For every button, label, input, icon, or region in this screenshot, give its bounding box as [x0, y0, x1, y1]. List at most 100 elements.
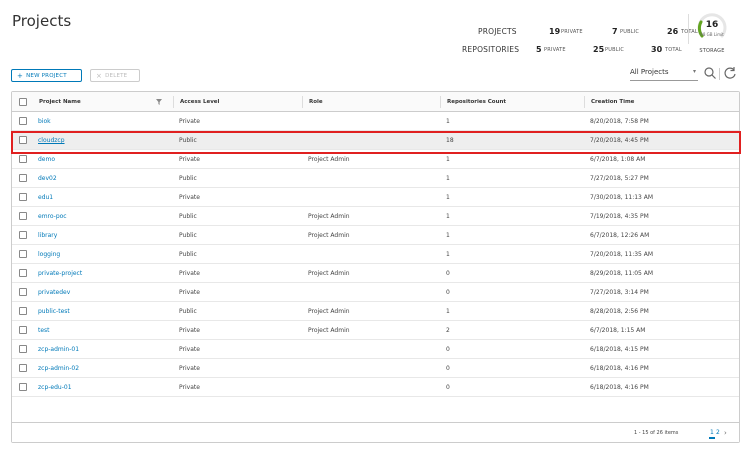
access-level-cell: Private [179, 327, 200, 334]
column-header-project-name[interactable]: Project Name [33, 92, 173, 112]
storage-limit: 98 GB Limit [700, 32, 724, 37]
access-level-cell: Private [179, 289, 200, 296]
project-name-link[interactable]: private-project [38, 264, 82, 283]
row-checkbox[interactable] [19, 288, 27, 296]
new-project-button[interactable]: + NEW PROJECT [11, 69, 82, 82]
table-row[interactable]: private-project Private Project Admin 0 8/29… [12, 264, 739, 283]
table-row[interactable]: zcp-admin-01 Private 0 6/18/2018, 4:15 PM [12, 340, 739, 359]
access-level-cell: Private [179, 270, 200, 277]
row-checkbox[interactable] [19, 345, 27, 353]
row-checkbox[interactable] [19, 326, 27, 334]
filter-icon[interactable] [156, 99, 162, 105]
row-checkbox[interactable] [19, 212, 27, 220]
stats-divider [688, 14, 689, 44]
repositories-count-cell: 0 [446, 384, 450, 391]
project-name-link[interactable]: zcp-admin-01 [38, 340, 79, 359]
creation-time-cell: 6/7/2018, 1:08 AM [590, 156, 646, 163]
table-row[interactable]: logging Public 1 7/20/2018, 11:35 AM [12, 245, 739, 264]
row-checkbox[interactable] [19, 364, 27, 372]
repositories-count-cell: 1 [446, 118, 450, 125]
select-all-checkbox[interactable] [19, 98, 27, 106]
projects-private-label: PRIVATE [561, 29, 583, 35]
column-header-repositories-count[interactable]: Repositories Count [441, 92, 584, 112]
plus-icon: + [17, 71, 24, 80]
table-row[interactable]: library Public Project Admin 1 6/7/2018, 12:… [12, 226, 739, 245]
table-row[interactable]: public-test Public Project Admin 1 8/28/2018… [12, 302, 739, 321]
project-name-link[interactable]: library [38, 226, 57, 245]
toolbar-divider [719, 68, 720, 80]
row-checkbox[interactable] [19, 193, 27, 201]
role-cell: Project Admin [308, 327, 350, 334]
project-name-link[interactable]: public-test [38, 302, 70, 321]
chevron-down-icon: ▾ [692, 68, 696, 75]
project-name-link[interactable]: zcp-admin-02 [38, 359, 79, 378]
row-checkbox[interactable] [19, 269, 27, 277]
row-checkbox[interactable] [19, 174, 27, 182]
row-checkbox[interactable] [19, 136, 27, 144]
repositories-count-cell: 0 [446, 289, 450, 296]
creation-time-cell: 6/7/2018, 1:15 AM [590, 327, 646, 334]
repositories-label: REPOSITORIES [462, 45, 520, 54]
close-icon: × [96, 71, 103, 80]
project-name-link[interactable]: emro-poc [38, 207, 67, 226]
creation-time-cell: 6/18/2018, 4:16 PM [590, 384, 649, 391]
creation-time-cell: 6/7/2018, 12:26 AM [590, 232, 650, 239]
new-project-label: NEW PROJECT [26, 72, 67, 79]
row-checkbox[interactable] [19, 383, 27, 391]
table-row[interactable]: cloudzcp Public 18 7/20/2018, 4:45 PM [12, 131, 739, 150]
row-checkbox[interactable] [19, 307, 27, 315]
refresh-icon[interactable] [723, 66, 737, 80]
projects-public-count: 7 [612, 27, 618, 36]
project-name-link[interactable]: test [38, 321, 50, 340]
creation-time-cell: 6/18/2018, 4:15 PM [590, 346, 649, 353]
repositories-total-count: 30 [651, 45, 663, 54]
project-name-link[interactable]: edu1 [38, 188, 53, 207]
access-level-cell: Public [179, 137, 197, 144]
role-cell: Project Admin [308, 308, 350, 315]
table-row[interactable]: zcp-edu-01 Private 0 6/18/2018, 4:16 PM [12, 378, 739, 397]
projects-table: Project Name Access Level Role Repositor… [11, 91, 740, 443]
repositories-count-cell: 1 [446, 232, 450, 239]
table-row[interactable]: test Private Project Admin 2 6/7/2018, 1:15 … [12, 321, 739, 340]
access-level-cell: Private [179, 365, 200, 372]
page-title: Projects [12, 12, 72, 30]
project-name-link[interactable]: dev02 [38, 169, 57, 188]
creation-time-cell: 7/20/2018, 11:35 AM [590, 251, 654, 258]
table-row[interactable]: dev02 Public 1 7/27/2018, 5:27 PM [12, 169, 739, 188]
repositories-count-cell: 1 [446, 156, 450, 163]
column-header-role[interactable]: Role [303, 92, 440, 112]
page-2-link[interactable]: 2 [716, 423, 720, 443]
row-checkbox[interactable] [19, 250, 27, 258]
delete-button[interactable]: × DELETE [90, 69, 140, 82]
next-page-icon[interactable]: › [724, 423, 727, 443]
repositories-private-count: 5 [536, 45, 542, 54]
row-checkbox[interactable] [19, 117, 27, 125]
table-row[interactable]: biok Private 1 8/20/2018, 7:58 PM [12, 112, 739, 131]
project-name-link[interactable]: demo [38, 150, 55, 169]
project-name-link[interactable]: cloudzcp [38, 131, 65, 150]
projects-stats-row: PROJECTS 19 PRIVATE 7 PUBLIC 26 TOTAL [478, 27, 698, 41]
table-row[interactable]: zcp-admin-02 Private 0 6/18/2018, 4:16 PM [12, 359, 739, 378]
row-checkbox[interactable] [19, 155, 27, 163]
row-checkbox[interactable] [19, 231, 27, 239]
search-icon[interactable] [703, 66, 717, 80]
table-row[interactable]: privatedev Private 0 7/27/2018, 3:14 PM [12, 283, 739, 302]
column-header-creation-time[interactable]: Creation Time [585, 92, 735, 112]
project-name-link[interactable]: zcp-edu-01 [38, 378, 72, 397]
table-row[interactable]: edu1 Private 1 7/30/2018, 11:13 AM [12, 188, 739, 207]
table-row[interactable]: demo Private Project Admin 1 6/7/2018, 1:08 … [12, 150, 739, 169]
project-filter-select[interactable]: All Projects ▾ [630, 68, 698, 81]
repositories-count-cell: 2 [446, 327, 450, 334]
column-header-access-level[interactable]: Access Level [174, 92, 302, 112]
creation-time-cell: 7/19/2018, 4:35 PM [590, 213, 649, 220]
project-name-link[interactable]: biok [38, 112, 51, 131]
access-level-cell: Public [179, 213, 197, 220]
project-name-link[interactable]: logging [38, 245, 60, 264]
role-cell: Project Admin [308, 213, 350, 220]
repositories-total-label: TOTAL [665, 47, 682, 53]
project-name-link[interactable]: privatedev [38, 283, 70, 302]
project-filter-value: All Projects [630, 68, 669, 76]
page-1-link[interactable]: 1 [710, 423, 714, 443]
repositories-stats-row: REPOSITORIES 5 PRIVATE 25 PUBLIC 30 TOTA… [462, 45, 702, 59]
table-row[interactable]: emro-poc Public Project Admin 1 7/19/2018, 4… [12, 207, 739, 226]
